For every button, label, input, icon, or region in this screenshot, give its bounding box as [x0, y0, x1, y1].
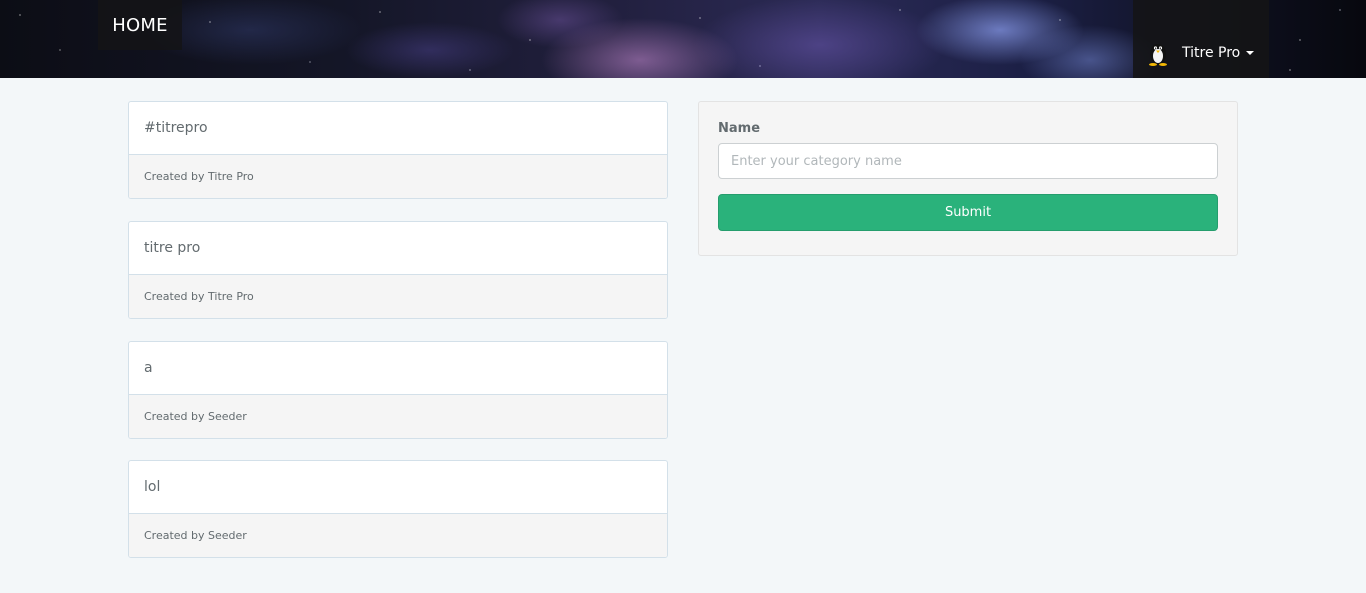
category-card: titre pro Created by Titre Pro	[128, 221, 668, 319]
penguin-icon	[1146, 40, 1170, 66]
category-author: Created by Titre Pro	[129, 275, 667, 318]
category-title[interactable]: a	[129, 342, 667, 395]
category-card: a Created by Seeder	[128, 341, 668, 439]
name-label: Name	[718, 121, 761, 136]
category-author: Created by Seeder	[129, 395, 667, 438]
category-card: #titrepro Created by Titre Pro	[128, 101, 668, 199]
category-name-input[interactable]	[718, 143, 1218, 179]
home-link[interactable]: HOME	[98, 0, 182, 50]
category-author: Created by Seeder	[129, 514, 667, 557]
top-navbar: HOME Titre Pro	[0, 0, 1366, 78]
category-card: lol Created by Seeder	[128, 460, 668, 558]
create-category-form: Name Submit	[698, 101, 1238, 256]
caret-down-icon	[1246, 51, 1255, 55]
category-title[interactable]: #titrepro	[129, 102, 667, 155]
user-name: Titre Pro	[1182, 45, 1241, 61]
category-author: Created by Titre Pro	[129, 155, 667, 198]
category-title[interactable]: lol	[129, 461, 667, 514]
user-dropdown-toggle[interactable]: Titre Pro	[1133, 0, 1269, 78]
category-title[interactable]: titre pro	[129, 222, 667, 275]
submit-button[interactable]: Submit	[718, 194, 1218, 231]
